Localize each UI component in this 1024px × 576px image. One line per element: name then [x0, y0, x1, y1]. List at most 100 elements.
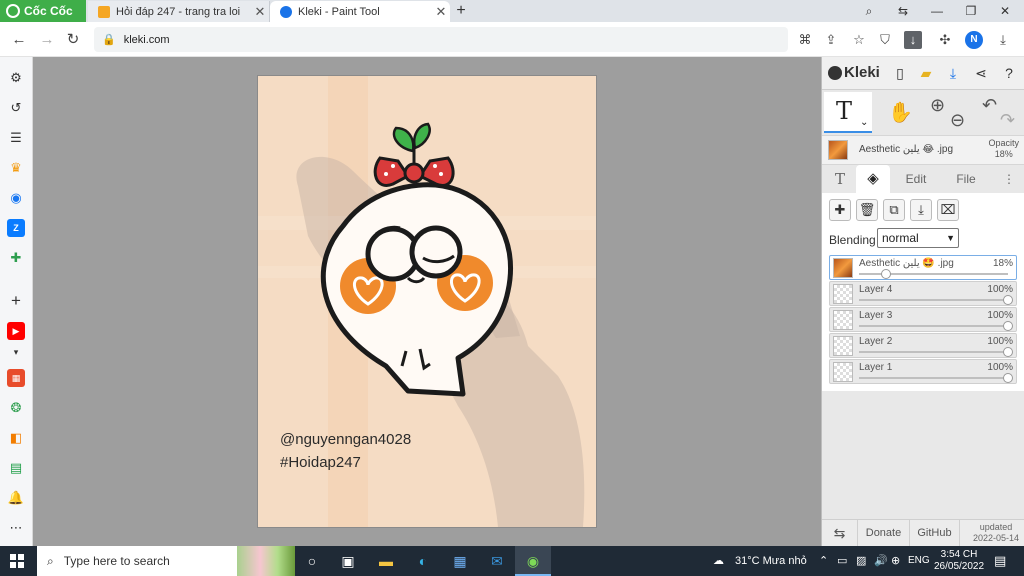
rename-layer-button[interactable]: ⌧ [937, 199, 959, 221]
zoom-out-icon[interactable]: ⊖ [950, 110, 965, 131]
shield-icon[interactable]: ⛉ [876, 31, 894, 49]
download-manager-icon[interactable]: ↓ [904, 31, 922, 49]
layer-opacity-slider-knob[interactable] [1003, 321, 1013, 331]
clock[interactable]: 3:54 CH 26/05/2022 [934, 549, 984, 573]
new-tab-button[interactable]: + [452, 1, 470, 21]
merge-layer-button[interactable]: ⤓ [910, 199, 932, 221]
messenger-icon[interactable]: ◉ [7, 189, 25, 207]
language-indicator[interactable]: ENG [908, 546, 930, 576]
battery-icon[interactable]: ▭ [837, 546, 847, 576]
back-button[interactable]: ← [9, 30, 29, 50]
globe-icon[interactable]: ⊕ [891, 546, 900, 576]
extensions-puzzle-icon[interactable]: ✣ [936, 31, 954, 49]
layer-opacity-slider-knob[interactable] [1003, 347, 1013, 357]
cortana-icon[interactable]: ○ [301, 551, 323, 571]
tab-edit[interactable]: Edit [894, 165, 938, 193]
layer-row[interactable]: Layer 4 100% [829, 281, 1017, 306]
maximize-button[interactable]: ❐ [954, 0, 988, 22]
bookmark-star-icon[interactable]: ☆ [850, 31, 868, 49]
weather-icon[interactable]: ☁ [713, 546, 724, 576]
close-tab-icon[interactable]: ✕ [432, 4, 450, 20]
layer-opacity-slider-knob[interactable] [880, 269, 891, 279]
game-controller-icon[interactable]: ✚ [7, 249, 25, 267]
add-layer-button[interactable]: ✚ [829, 199, 851, 221]
translate-icon[interactable]: ⌘ [796, 31, 814, 49]
hand-tool-icon[interactable]: ✋ [888, 100, 913, 125]
layer-row[interactable]: Layer 3 100% [829, 307, 1017, 332]
zoom-in-icon[interactable]: ⊕ [930, 95, 945, 116]
more-options-icon[interactable]: ⋯ [7, 519, 25, 537]
downloads-icon[interactable]: ⤓ [994, 31, 1012, 49]
reading-list-icon[interactable]: ☰ [7, 129, 25, 147]
lock-icon[interactable]: 🔒 [102, 33, 116, 46]
address-bar[interactable]: 🔒 kleki.com [94, 27, 788, 52]
layer-opacity-slider-track[interactable] [859, 377, 1008, 379]
edge-icon[interactable]: ◐ [412, 551, 434, 571]
tab-layers[interactable]: ◈ [856, 165, 890, 193]
youtube-icon[interactable]: ▶ [7, 322, 25, 340]
history-icon[interactable]: ↺ [7, 99, 25, 117]
forward-button[interactable]: → [37, 30, 57, 50]
shopping-icon[interactable]: ▦ [7, 369, 25, 387]
layer-opacity-slider-knob[interactable] [1003, 373, 1013, 383]
help-icon[interactable]: ? [999, 63, 1019, 83]
tab-kleki[interactable]: Kleki - Paint Tool ✕ [270, 1, 450, 22]
add-sidebar-app-icon[interactable]: + [7, 292, 25, 310]
new-image-icon[interactable]: ▯ [890, 63, 910, 83]
github-link[interactable]: GitHub [910, 520, 960, 547]
text-tool-button[interactable]: T ⌄ [824, 92, 872, 133]
duplicate-layer-button[interactable]: ⧉ [883, 199, 905, 221]
chat-bubble-icon[interactable]: ❂ [7, 399, 25, 417]
coccoc-taskbar-button[interactable]: ◉ [515, 546, 551, 576]
donate-link[interactable]: Donate [858, 520, 910, 547]
file-explorer-icon[interactable]: ▬ [375, 551, 397, 571]
crown-icon[interactable]: ♛ [7, 159, 25, 177]
layer-row[interactable]: Layer 2 100% [829, 333, 1017, 358]
chevron-down-icon[interactable]: ⌄ [860, 117, 868, 128]
tray-overflow-icon[interactable]: ⌃ [819, 546, 828, 576]
more-menu-icon[interactable]: ⋮ [1000, 165, 1018, 193]
notification-bell-icon[interactable]: 🔔 [7, 489, 25, 507]
close-tab-icon[interactable]: ✕ [251, 4, 269, 20]
spreadsheet-icon[interactable]: ▤ [7, 459, 25, 477]
zalo-icon[interactable]: Z [7, 219, 25, 237]
download-icon[interactable]: ⤓ [943, 63, 963, 83]
undo-icon[interactable]: ↶ [982, 95, 997, 116]
weather-text[interactable]: 31°C Mưa nhỏ [735, 546, 807, 576]
notification-center-icon[interactable]: ▤ [994, 546, 1006, 576]
layer-opacity-slider-knob[interactable] [1003, 295, 1013, 305]
kleki-logo[interactable]: Kleki [828, 64, 880, 81]
layer-row[interactable]: Aesthetic يلين 🤩 .jpg 18% [829, 255, 1017, 280]
store-icon[interactable]: ▦ [449, 551, 471, 571]
close-window-button[interactable]: ✕ [988, 0, 1022, 22]
swap-side-icon[interactable]: ⇆ [822, 520, 858, 547]
share-icon[interactable]: ⇪ [822, 31, 840, 49]
delete-layer-button[interactable]: 🗑 [856, 199, 878, 221]
open-folder-icon[interactable]: ▰ [916, 63, 936, 83]
restore-tabs-icon[interactable]: ⇆ [886, 0, 920, 22]
layer-row[interactable]: Layer 1 100% [829, 359, 1017, 384]
blending-select[interactable]: normal ▼ [877, 228, 959, 248]
search-tabs-icon[interactable]: ⌕ [852, 0, 886, 22]
expand-sidebar-chevron-icon[interactable]: ▾ [7, 343, 25, 361]
redo-icon[interactable]: ↷ [1000, 110, 1015, 131]
task-view-icon[interactable]: ▣ [337, 551, 359, 571]
share-icon[interactable]: ⋖ [971, 63, 991, 83]
layer-opacity-slider-track[interactable] [859, 351, 1008, 353]
windows-start-button[interactable] [10, 554, 24, 568]
taskbar-search-box[interactable]: ⌕ Type here to search [37, 546, 295, 576]
network-icon[interactable]: ▨ [856, 546, 866, 576]
minimize-button[interactable]: — [920, 0, 954, 22]
tab-file[interactable]: File [944, 165, 988, 193]
layer-opacity-slider-track[interactable] [859, 325, 1008, 327]
settings-gear-icon[interactable]: ⚙ [7, 69, 25, 87]
mail-icon[interactable]: ✉ [486, 551, 508, 571]
tiki-icon[interactable]: ◧ [7, 429, 25, 447]
volume-icon[interactable]: 🔊 [874, 546, 888, 576]
drawing-canvas[interactable]: @nguyenngan4028 #Hoidap247 [258, 76, 596, 527]
coccoc-menu-button[interactable]: Cốc Cốc [0, 0, 86, 22]
tab-tool-settings[interactable]: T [826, 165, 854, 193]
reload-button[interactable]: ↻ [63, 30, 83, 50]
profile-avatar[interactable]: N [965, 31, 983, 49]
tab-hoidap247[interactable]: Hỏi đáp 247 - trang tra loi ✕ [88, 1, 270, 22]
